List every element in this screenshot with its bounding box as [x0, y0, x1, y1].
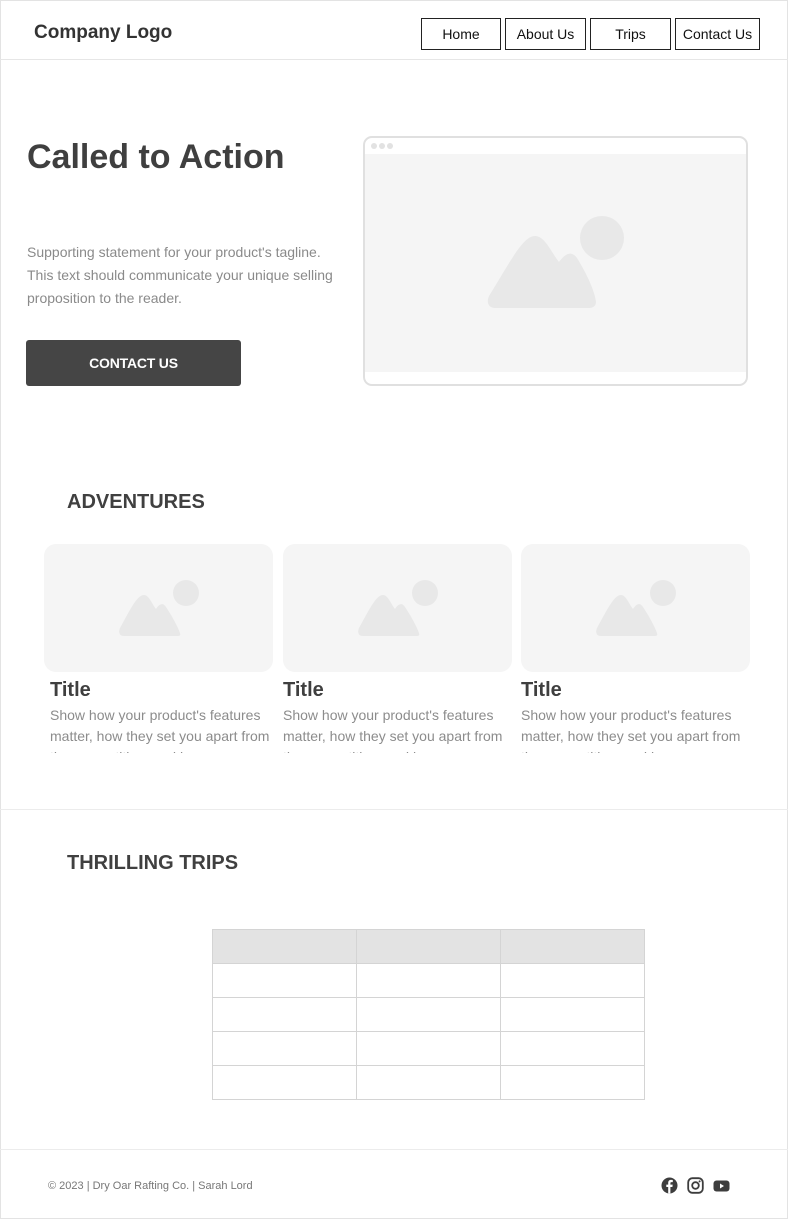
table-cell — [500, 1065, 645, 1100]
card-image-placeholder — [521, 544, 750, 672]
adventure-card[interactable]: Title Show how your product's features m… — [283, 544, 513, 753]
table-cell — [212, 1065, 357, 1100]
browser-dot — [387, 143, 393, 149]
table-cell — [356, 997, 501, 1032]
card-text: Show how your product's features matter,… — [283, 707, 503, 753]
trips-table — [212, 929, 645, 1100]
table-row — [212, 997, 645, 1032]
card-image-placeholder — [283, 544, 512, 672]
hero-browser-mockup — [363, 136, 748, 386]
social-links — [661, 1177, 730, 1194]
browser-dot — [379, 143, 385, 149]
facebook-icon[interactable] — [661, 1177, 678, 1194]
table-header-cell — [212, 929, 357, 964]
trips-section-title: THRILLING TRIPS — [67, 852, 239, 874]
adventure-card[interactable]: Title Show how your product's features m… — [44, 544, 274, 753]
table-cell — [212, 963, 357, 998]
adventure-card[interactable]: Title Show how your product's features m… — [521, 544, 751, 753]
instagram-icon[interactable] — [687, 1177, 704, 1194]
table-row — [212, 963, 645, 998]
nav-contact-button[interactable]: Contact Us — [675, 18, 760, 50]
youtube-icon[interactable] — [713, 1177, 730, 1194]
nav-trips-button[interactable]: Trips — [590, 18, 671, 50]
image-placeholder-icon — [596, 580, 676, 636]
browser-window-dots — [371, 143, 393, 149]
adventures-section-title: ADVENTURES — [67, 491, 205, 513]
table-row — [212, 1031, 645, 1066]
card-title: Title — [283, 679, 324, 701]
nav-home-button[interactable]: Home — [421, 18, 501, 50]
card-title: Title — [521, 679, 562, 701]
table-header-cell — [500, 929, 645, 964]
image-placeholder-icon — [487, 216, 624, 308]
table-cell — [356, 1065, 501, 1100]
table-cell — [356, 1031, 501, 1066]
hero-title: Called to Action — [27, 138, 285, 176]
table-cell — [500, 997, 645, 1032]
table-cell — [356, 963, 501, 998]
table-cell — [212, 997, 357, 1032]
table-cell — [212, 1031, 357, 1066]
footer-copyright: © 2023 | Dry Oar Rafting Co. | Sarah Lor… — [48, 1180, 253, 1192]
site-header: Company Logo Home About Us Trips Contact… — [0, 0, 788, 60]
table-cell — [500, 963, 645, 998]
card-text: Show how your product's features matter,… — [521, 707, 741, 753]
contact-us-button[interactable]: CONTACT US — [26, 340, 241, 386]
browser-dot — [371, 143, 377, 149]
image-placeholder-icon — [119, 580, 199, 636]
footer-divider — [0, 1149, 788, 1150]
nav-about-button[interactable]: About Us — [505, 18, 586, 50]
company-logo[interactable]: Company Logo — [34, 22, 172, 44]
table-header-row — [212, 929, 645, 964]
card-text: Show how your product's features matter,… — [50, 707, 270, 753]
card-image-placeholder — [44, 544, 273, 672]
card-title: Title — [50, 679, 91, 701]
section-divider — [0, 809, 788, 810]
main-nav: Home About Us Trips Contact Us — [421, 18, 760, 50]
hero-image-placeholder — [365, 154, 746, 372]
image-placeholder-icon — [358, 580, 438, 636]
table-row — [212, 1065, 645, 1100]
table-cell — [500, 1031, 645, 1066]
hero-supporting-text: Supporting statement for your product's … — [27, 244, 333, 306]
table-header-cell — [356, 929, 501, 964]
